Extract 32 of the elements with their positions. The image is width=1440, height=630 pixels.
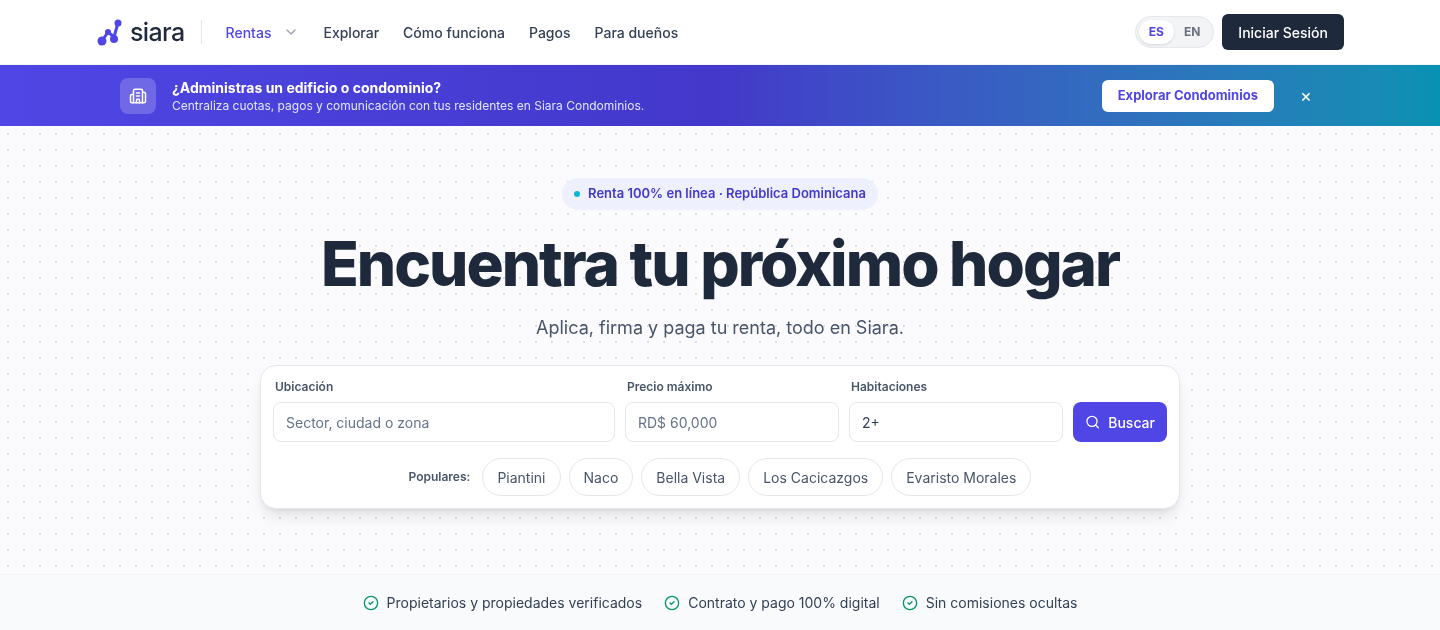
hero-subtitle: Aplica, firma y paga tu renta, todo en Siara. bbox=[536, 316, 904, 340]
banner-text: Centraliza cuotas, pagos y comunicación con tus residentes en Siara Condominios. bbox=[172, 97, 645, 114]
explore-condos-button[interactable]: Explorar Condominios bbox=[1101, 79, 1274, 112]
building-icon bbox=[120, 77, 156, 114]
input-field[interactable]: 2+ bbox=[849, 402, 1063, 442]
login-button[interactable]: Iniciar Sesión bbox=[1222, 14, 1344, 50]
feature-text: Propietarios y propiedades verificados bbox=[386, 593, 643, 613]
hero-title: Encuentra tu próximo hogar bbox=[320, 226, 1120, 302]
input-field[interactable]: Sector, ciudad o zona bbox=[273, 402, 615, 442]
check-circle-icon bbox=[664, 594, 681, 611]
popular-label: Populares: bbox=[408, 468, 471, 486]
feature-text: Contrato y pago 100% digital bbox=[688, 593, 880, 613]
hero-badge: Renta 100% en línea · República Dominicana bbox=[562, 178, 878, 210]
input-field[interactable]: RD$ 60,000 bbox=[625, 402, 839, 442]
nav-link[interactable]: Pagos bbox=[529, 21, 571, 43]
language-option[interactable]: ES bbox=[1138, 20, 1174, 44]
check-circle-icon bbox=[362, 594, 379, 611]
logo-text[interactable]: siara bbox=[130, 19, 185, 45]
feature-text: Sin comisiones ocultas bbox=[925, 593, 1078, 613]
nav-link[interactable]: Cómo funciona bbox=[403, 21, 505, 43]
search-button[interactable]: Buscar bbox=[1073, 402, 1167, 442]
nav-link[interactable]: Para dueños bbox=[594, 21, 679, 43]
field-label: Habitaciones bbox=[850, 378, 929, 396]
field-label: Ubicación bbox=[274, 378, 335, 396]
close-button[interactable]: × bbox=[1296, 86, 1316, 105]
nav-link[interactable]: Rentas bbox=[225, 21, 300, 43]
language-option[interactable]: EN bbox=[1173, 20, 1211, 44]
field-label: Precio máximo bbox=[626, 378, 714, 396]
banner-title: ¿Administras un edificio o condominio? bbox=[172, 77, 443, 98]
check-circle-icon bbox=[901, 594, 918, 611]
nav-link[interactable]: Explorar bbox=[323, 21, 380, 43]
search-icon bbox=[1085, 414, 1101, 430]
